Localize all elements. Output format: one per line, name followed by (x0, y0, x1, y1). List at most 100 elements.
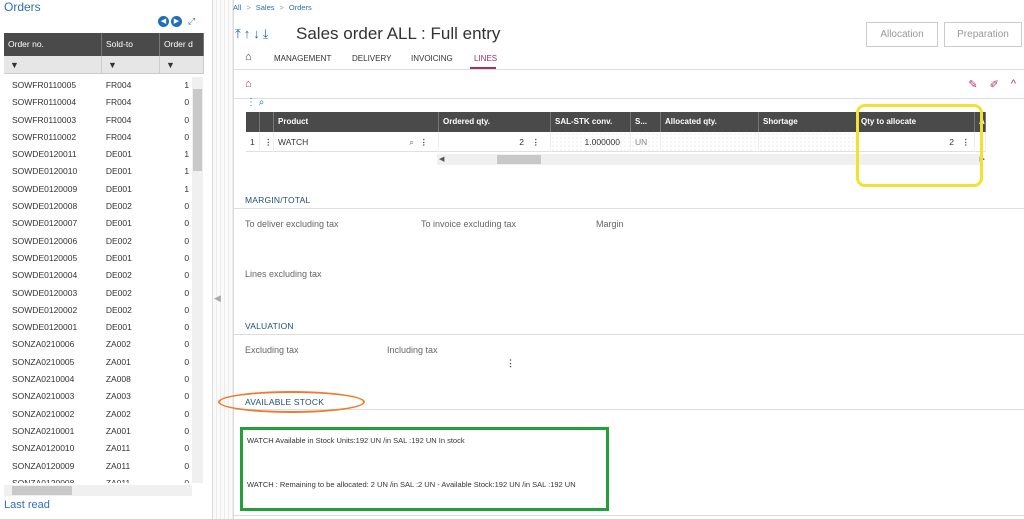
table-row[interactable]: SONZA0210001 ZA001 0 (4, 423, 192, 440)
column-product[interactable]: Product (274, 112, 439, 132)
order-no-cell: SONZA0210005 (12, 356, 75, 367)
table-row[interactable]: SOWDE0120002 DE002 0 (4, 302, 192, 319)
edit-icon[interactable]: ✐ (990, 78, 999, 91)
tab-delivery[interactable]: DELIVERY (352, 54, 391, 63)
last-read-link[interactable]: Last read (4, 499, 50, 511)
sold-to-cell: DE002 (105, 270, 132, 281)
table-row[interactable]: SOWDE0120011 DE001 1 (4, 146, 192, 163)
filter-icon[interactable]: ▼ (4, 56, 102, 74)
table-row[interactable]: SONZA0210003 ZA003 0 (4, 388, 192, 405)
collapse-icon[interactable]: ^ (1011, 78, 1016, 91)
allocated-qty-cell (661, 132, 759, 152)
table-row[interactable]: SONZA0120009 ZA011 0 (4, 458, 192, 475)
section-toolbar: ⌂ ✎ ✐ ^ (233, 72, 1024, 99)
column-sales-unit[interactable]: S... (631, 112, 661, 132)
allocation-button[interactable]: Allocation (866, 22, 938, 47)
cell-menu-icon[interactable]: ⋮ (532, 132, 541, 152)
tab-lines[interactable]: LINES (474, 54, 497, 63)
table-row[interactable]: SOWDE0120006 DE002 0 (4, 233, 192, 250)
order-date-cell: 0 (184, 131, 190, 142)
table-row[interactable]: SOWDE0120010 DE001 1 (4, 163, 192, 180)
search-icon[interactable]: ⌕ (409, 132, 414, 152)
table-row[interactable]: SOWDE0120009 DE001 1 (4, 181, 192, 198)
order-no-cell: SOWDE0120010 (12, 166, 78, 177)
pin-icon[interactable]: ✎ (968, 78, 977, 91)
home-icon[interactable]: ⌂ (245, 78, 252, 90)
scroll-left-icon[interactable]: ◀ (439, 154, 444, 165)
orders-panel-title: Orders (4, 0, 41, 14)
sold-to-cell: ZA002 (105, 408, 131, 419)
tab-invoicing[interactable]: INVOICING (411, 54, 453, 63)
order-no-cell: SONZA0210001 (12, 425, 75, 436)
table-row[interactable]: SONZA0210006 ZA002 0 (4, 336, 192, 353)
next-record-icon[interactable]: ↓ (253, 26, 263, 41)
column-shortage[interactable]: Shortage (759, 112, 857, 132)
table-row[interactable]: SONZA0210005 ZA001 0 (4, 354, 192, 371)
column-order-date[interactable]: Order d (160, 33, 204, 56)
section-divider (233, 409, 1024, 410)
scrollbar-thumb[interactable] (12, 486, 72, 495)
breadcrumb-orders[interactable]: Orders (289, 3, 312, 12)
order-date-cell: 0 (184, 339, 190, 350)
breadcrumb-all[interactable]: All (233, 3, 241, 12)
row-menu-icon[interactable]: ⋮ (260, 132, 274, 152)
sold-to-cell: DE001 (105, 183, 132, 194)
table-row[interactable]: SOWFR0110004 FR004 0 (4, 94, 192, 111)
last-record-icon[interactable]: ⤓ (263, 26, 272, 41)
order-no-cell: SOWDE0120007 (12, 218, 78, 229)
column-ordered-qty[interactable]: Ordered qty. (439, 112, 551, 132)
preparation-button[interactable]: Preparation (944, 22, 1022, 47)
panel-splitter[interactable] (213, 0, 233, 519)
tab-management[interactable]: MANAGEMENT (274, 54, 331, 63)
order-date-cell: 1 (184, 183, 190, 194)
filter-icon[interactable]: ▼ (160, 56, 204, 74)
table-row[interactable]: SOWFR0110002 FR004 0 (4, 129, 192, 146)
table-row[interactable]: SOWFR0110003 FR004 0 (4, 112, 192, 129)
column-sal-stk-conv[interactable]: SAL-STK conv. (551, 112, 631, 132)
sold-to-cell: DE001 (105, 252, 132, 263)
more-icon[interactable]: ⋮ (246, 97, 256, 108)
column-allocated-qty[interactable]: Allocated qty. (661, 112, 759, 132)
table-row[interactable]: SOWDE0120003 DE002 0 (4, 285, 192, 302)
order-date-cell: 0 (184, 425, 190, 436)
filter-icon[interactable]: ▼ (102, 56, 160, 74)
more-icon[interactable]: ⋮ (506, 358, 515, 369)
table-row[interactable]: SONZA0210004 ZA008 0 (4, 371, 192, 388)
previous-icon[interactable]: ◀ (158, 16, 169, 27)
cell-menu-icon[interactable]: ⋮ (420, 132, 429, 152)
table-row[interactable]: SOWDE0120008 DE002 0 (4, 198, 192, 215)
breadcrumb-sales[interactable]: Sales (256, 3, 275, 12)
product-cell[interactable]: WATCH ⌕ ⋮ (274, 132, 439, 152)
sold-to-cell: FR004 (105, 97, 132, 108)
table-row[interactable]: SOWDE0120004 DE002 0 (4, 267, 192, 284)
order-date-cell: 0 (184, 287, 190, 298)
column-sold-to[interactable]: Sold-to (102, 33, 160, 56)
expand-icon[interactable]: ⤢ (188, 16, 195, 27)
search-icon[interactable]: ⌕ (259, 97, 265, 108)
table-row[interactable]: SONZA0120008 ZA011 0 (4, 475, 192, 483)
table-row[interactable]: SOWDE0120007 DE001 0 (4, 215, 192, 232)
sold-to-cell: DE002 (105, 287, 132, 298)
sold-to-cell: ZA011 (105, 477, 131, 483)
table-row[interactable]: SOWFR0110005 FR004 1 (4, 77, 192, 94)
table-row[interactable]: SONZA0210002 ZA002 0 (4, 406, 192, 423)
sold-to-cell: FR004 (105, 80, 132, 90)
orders-vertical-scrollbar[interactable] (192, 77, 203, 483)
ordered-qty-cell[interactable]: 2 ⋮ (439, 132, 551, 152)
column-order-no[interactable]: Order no. (4, 33, 102, 56)
collapse-arrow-icon[interactable]: ◀ (214, 293, 221, 304)
scrollbar-thumb[interactable] (497, 155, 541, 164)
table-row[interactable]: SOWDE0120005 DE001 0 (4, 250, 192, 267)
table-row[interactable]: SOWDE0120001 DE001 0 (4, 319, 192, 336)
previous-record-icon[interactable]: ↑ (244, 26, 254, 41)
green-highlight-annotation: WATCH Available in Stock Units:192 UN /i… (240, 427, 609, 511)
scrollbar-thumb[interactable] (193, 89, 202, 171)
available-stock-text: WATCH Available in Stock Units:192 UN /i… (247, 436, 465, 445)
order-date-cell: 0 (184, 356, 190, 367)
order-date-cell: 0 (184, 304, 190, 315)
first-record-icon[interactable]: ⤒ (235, 26, 244, 41)
next-icon[interactable]: ▶ (171, 16, 182, 27)
table-row[interactable]: SONZA0120010 ZA011 0 (4, 440, 192, 457)
home-icon[interactable]: ⌂ (245, 51, 252, 63)
orders-horizontal-scrollbar[interactable] (4, 485, 192, 496)
